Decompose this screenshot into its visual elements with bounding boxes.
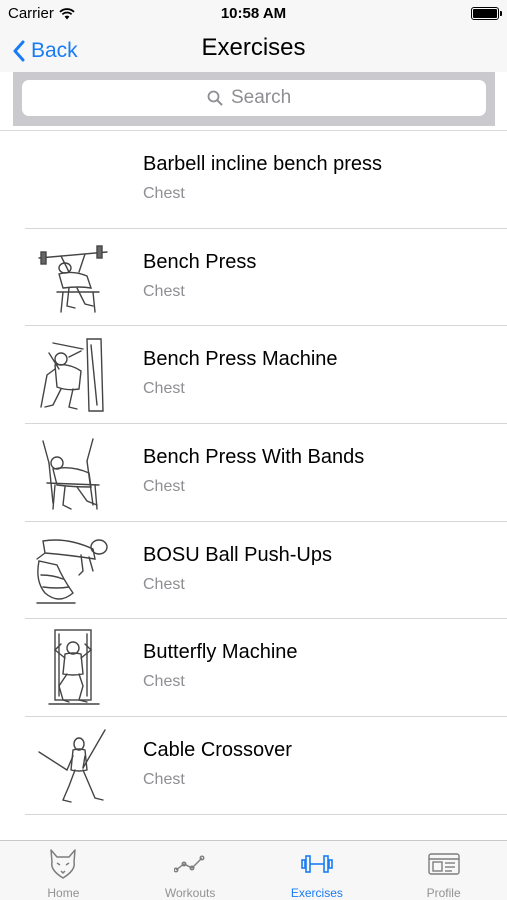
tab-label: Profile [426, 886, 461, 900]
bench-press-machine-illustration [40, 338, 104, 413]
dumbbell-icon [301, 855, 333, 873]
search-bar [13, 72, 495, 126]
tab-workouts[interactable]: Workouts [127, 841, 254, 900]
exercise-list: Barbell incline bench press Chest Bench … [0, 131, 507, 815]
exercise-muscle: Chest [143, 575, 185, 593]
navigation-bar: Back Exercises [0, 28, 507, 72]
tab-profile[interactable]: Profile [380, 841, 507, 900]
exercise-name: Bench Press With Bands [143, 446, 365, 469]
clock: 10:58 AM [220, 5, 287, 22]
exercise-name: BOSU Ball Push-Ups [143, 543, 332, 566]
search-icon [207, 90, 223, 106]
exercise-muscle: Chest [143, 673, 185, 691]
search-input[interactable] [231, 87, 301, 109]
exercise-row[interactable]: Bench Press Chest [25, 229, 507, 327]
exercise-muscle: Chest [143, 282, 185, 300]
exercise-thumbnail-empty [33, 140, 113, 220]
exercise-row[interactable]: Cable Crossover Chest [25, 717, 507, 815]
bench-press-illustration [38, 244, 108, 313]
tab-exercises[interactable]: Exercises [254, 841, 381, 900]
exercise-name: Bench Press [143, 250, 257, 273]
exercise-row[interactable]: Bench Press With Bands Chest [25, 424, 507, 522]
butterfly-machine-illustration [48, 629, 100, 706]
exercise-name: Cable Crossover [143, 739, 292, 762]
exercise-row[interactable]: Butterfly Machine Chest [25, 619, 507, 718]
search-field-container[interactable] [22, 80, 486, 116]
status-bar: Carrier 10:58 AM [0, 0, 507, 28]
exercise-name: Butterfly Machine [143, 641, 298, 664]
tab-label: Workouts [164, 886, 216, 900]
page-title: Exercises [201, 34, 306, 61]
exercise-muscle: Chest [143, 185, 185, 202]
tab-bar: Home Workouts Exercises Profile [0, 840, 507, 900]
wolf-icon [50, 849, 77, 879]
exercise-muscle: Chest [143, 380, 185, 398]
graph-icon [174, 855, 205, 873]
exercise-row[interactable]: Barbell incline bench press Chest [25, 131, 507, 229]
exercise-row[interactable]: Bench Press Machine Chest [25, 326, 507, 425]
exercise-name: Barbell incline bench press [143, 153, 383, 175]
exercise-name: Bench Press Machine [143, 348, 338, 371]
tab-label: Exercises [290, 886, 343, 900]
id-card-icon [427, 853, 460, 875]
battery-icon [471, 7, 502, 20]
exercise-muscle: Chest [143, 478, 185, 496]
bosu-pushup-illustration [36, 539, 108, 604]
exercise-muscle: Chest [143, 771, 185, 789]
bench-press-bands-illustration [42, 438, 100, 510]
tab-home[interactable]: Home [0, 841, 127, 900]
tab-label: Home [47, 886, 80, 900]
exercise-row[interactable]: BOSU Ball Push-Ups Chest [25, 522, 507, 620]
cable-crossover-illustration [38, 729, 106, 803]
